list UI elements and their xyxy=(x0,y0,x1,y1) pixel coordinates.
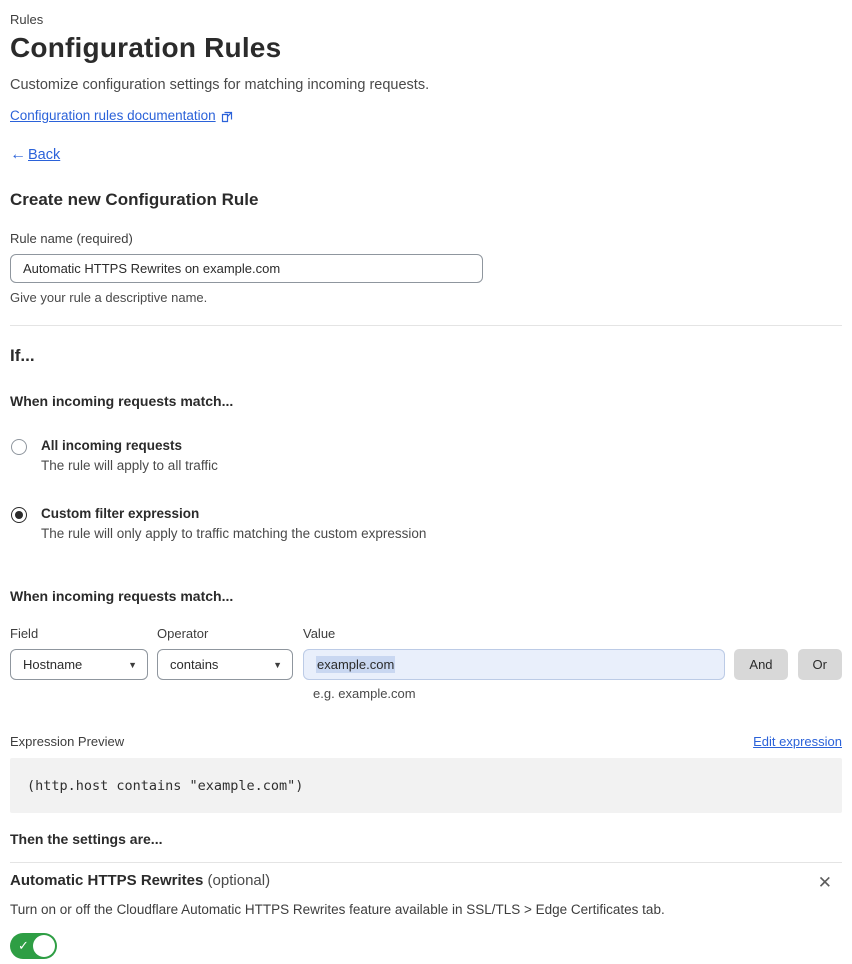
rule-name-input[interactable] xyxy=(10,254,483,283)
expression-text: (http.host contains "example.com") xyxy=(27,777,304,794)
chevron-down-icon: ▼ xyxy=(128,659,137,670)
radio-option-custom-filter[interactable]: Custom filter expression The rule will o… xyxy=(10,506,842,541)
value-input-text: example.com xyxy=(316,656,396,673)
configuration-rules-page: Rules Configuration Rules Customize conf… xyxy=(0,0,852,964)
value-help: e.g. example.com xyxy=(313,686,416,701)
match-heading: When incoming requests match... xyxy=(10,393,234,409)
or-button[interactable]: Or xyxy=(797,649,842,680)
create-rule-heading: Create new Configuration Rule xyxy=(10,190,259,209)
value-input[interactable]: example.com xyxy=(303,649,726,680)
automatic-https-rewrites-toggle[interactable]: ✓ xyxy=(10,933,57,959)
setting-optional-tag: (optional) xyxy=(207,872,271,889)
radio-description: The rule will only apply to traffic matc… xyxy=(41,526,427,541)
back-link[interactable]: Back xyxy=(28,147,60,163)
radio-button-selected[interactable] xyxy=(11,507,27,523)
if-heading: If... xyxy=(10,346,35,365)
check-icon: ✓ xyxy=(18,938,29,953)
field-select-value: Hostname xyxy=(23,657,83,672)
rule-name-label: Rule name (required) xyxy=(10,231,133,246)
radio-button-unselected[interactable] xyxy=(11,439,27,455)
then-settings-heading: Then the settings are... xyxy=(10,831,163,847)
builder-heading: When incoming requests match... xyxy=(10,588,234,604)
section-divider xyxy=(10,325,842,326)
setting-description: Turn on or off the Cloudflare Automatic … xyxy=(10,902,665,917)
edit-expression-link[interactable]: Edit expression xyxy=(753,734,842,749)
toggle-knob xyxy=(33,935,55,957)
expression-preview-label: Expression Preview xyxy=(10,734,125,749)
radio-label: Custom filter expression xyxy=(41,506,200,521)
chevron-down-icon: ▼ xyxy=(273,659,282,670)
page-subtitle: Customize configuration settings for mat… xyxy=(10,77,430,93)
back-arrow-icon: ← xyxy=(10,146,26,163)
value-label: Value xyxy=(303,626,336,641)
operator-select-value: contains xyxy=(170,657,219,672)
and-button[interactable]: And xyxy=(734,649,788,680)
close-icon[interactable]: ✕ xyxy=(814,872,836,893)
operator-label: Operator xyxy=(157,626,209,641)
operator-select[interactable]: contains ▼ xyxy=(157,649,293,680)
external-link-icon xyxy=(221,111,233,123)
setting-name: Automatic HTTPS Rewrites (optional) xyxy=(10,872,271,889)
field-label: Field xyxy=(10,626,39,641)
page-title: Configuration Rules xyxy=(10,32,282,63)
expression-preview-box: (http.host contains "example.com") xyxy=(10,758,842,813)
setting-divider xyxy=(10,862,842,863)
documentation-link[interactable]: Configuration rules documentation xyxy=(10,108,216,123)
rule-name-help: Give your rule a descriptive name. xyxy=(10,290,208,305)
field-select[interactable]: Hostname ▼ xyxy=(10,649,148,680)
radio-description: The rule will apply to all traffic xyxy=(41,458,218,473)
breadcrumb: Rules xyxy=(10,12,44,27)
radio-label: All incoming requests xyxy=(41,438,183,453)
radio-option-all-requests[interactable]: All incoming requests The rule will appl… xyxy=(10,438,842,473)
